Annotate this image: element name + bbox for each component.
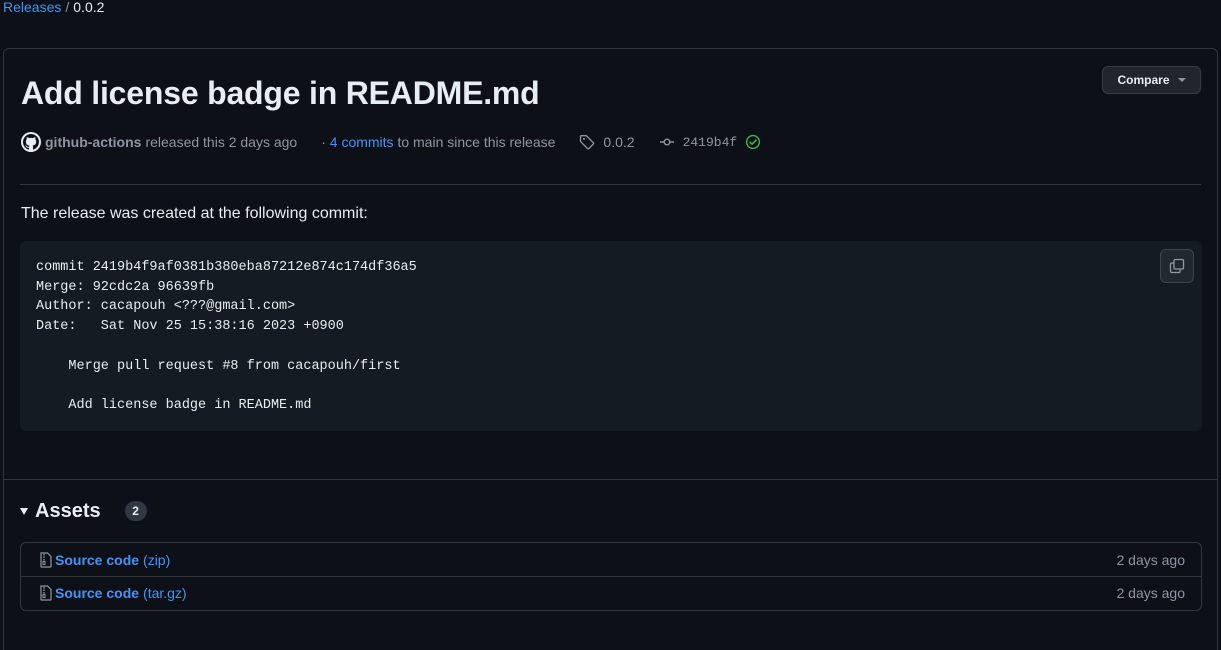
released-text: released this 2 days ago — [145, 134, 298, 150]
release-commit[interactable]: 2419b4f — [659, 134, 762, 150]
git-commit-icon — [659, 138, 674, 146]
tag-label: 0.0.2 — [603, 134, 635, 150]
breadcrumb-current: 0.0.2 — [73, 0, 105, 15]
commits-link[interactable]: 4 commits — [330, 134, 394, 150]
release-title: Add license badge in README.md — [21, 75, 540, 111]
copy-button[interactable] — [1160, 249, 1194, 283]
assets-toggle[interactable]: Assets 2 — [20, 499, 147, 523]
release-card: Add license badge in README.md Compare g… — [3, 48, 1218, 650]
file-zip-icon — [39, 551, 53, 568]
assets-list: Source code (zip) 2 days ago Source code(… — [20, 542, 1202, 611]
commits-bullet: · — [321, 134, 326, 150]
commits-suffix: to main since this release — [397, 134, 556, 150]
assets-count: 2 — [124, 501, 147, 521]
tag-icon — [580, 135, 595, 150]
commit-code: commit 2419b4f9af0381b380eba87212e874c17… — [36, 260, 417, 413]
asset-link-targz[interactable]: Source code (tar.gz) — [55, 585, 187, 601]
assets-divider — [4, 479, 1217, 480]
breadcrumb-separator: / — [65, 0, 70, 15]
chevron-down-icon — [1177, 78, 1186, 82]
commits-info: · 4 commits to main since this release — [321, 134, 555, 150]
copy-icon — [1169, 258, 1185, 274]
check-circle-icon — [746, 134, 761, 150]
asset-date: 2 days ago — [1116, 585, 1186, 601]
asset-date: 2 days ago — [1116, 551, 1186, 568]
commit-sha: 2419b4f — [682, 134, 738, 150]
github-icon[interactable] — [21, 132, 41, 152]
file-zip-icon — [39, 585, 53, 601]
asset-row: Source code (tar.gz) 2 days ago — [21, 576, 1201, 609]
compare-label: Compare — [1117, 73, 1170, 87]
release-meta: github-actions released this 2 days ago … — [21, 132, 801, 152]
breadcrumb: Releases /0.0.2 — [3, 0, 104, 15]
assets-title: Assets — [35, 499, 101, 522]
triangle-down-icon — [20, 507, 28, 515]
release-description: The release was created at the following… — [21, 205, 368, 222]
asset-ext: (zip) — [143, 551, 171, 568]
commit-code-block: commit 2419b4f9af0381b380eba87212e874c17… — [20, 241, 1202, 431]
asset-name: Source code — [55, 551, 140, 568]
meta-divider — [20, 184, 1201, 185]
asset-link-zip[interactable]: Source code (zip) — [55, 552, 170, 568]
asset-ext: (tar.gz) — [143, 585, 187, 601]
asset-row: Source code (zip) 2 days ago — [21, 543, 1201, 576]
author-link[interactable]: github-actions — [45, 134, 141, 150]
release-tag[interactable]: 0.0.2 — [579, 134, 635, 150]
compare-button[interactable]: Compare — [1102, 66, 1201, 94]
breadcrumb-releases-link[interactable]: Releases — [3, 0, 61, 15]
asset-name: Source code — [55, 585, 140, 601]
